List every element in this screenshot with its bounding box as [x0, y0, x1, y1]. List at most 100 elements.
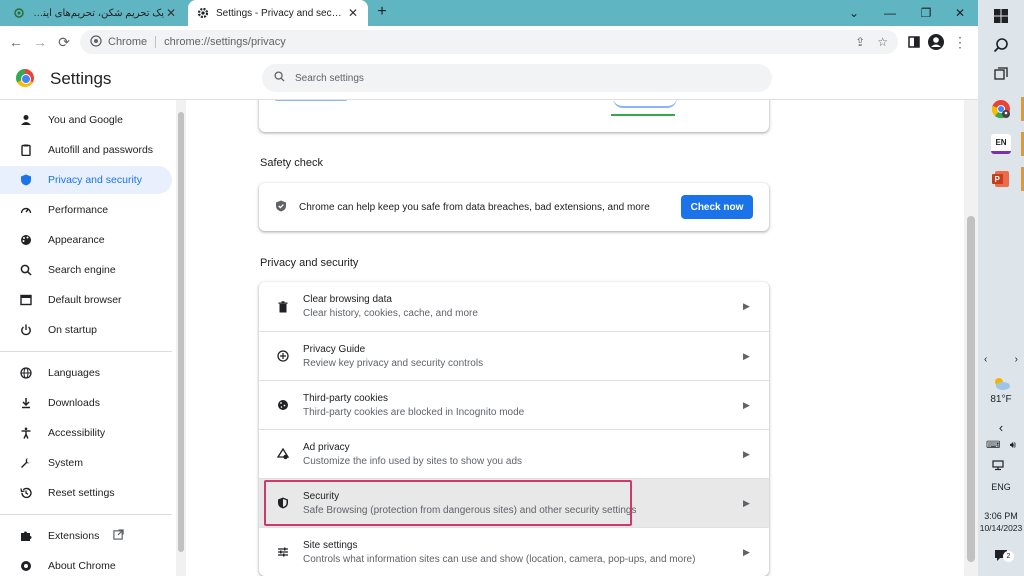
settings-sidebar: You and Google Autofill and passwords Pr… [0, 100, 186, 576]
browser-icon [18, 292, 34, 308]
sidebar-item-downloads[interactable]: Downloads [0, 389, 172, 417]
network-icon[interactable] [986, 456, 1010, 474]
clipboard-icon [18, 142, 34, 158]
sidebar-item-label: You and Google [48, 114, 123, 126]
sidebar-scrollbar[interactable] [176, 100, 186, 576]
profile-avatar-icon[interactable] [926, 32, 946, 52]
sidebar-item-reset-settings[interactable]: Reset settings [0, 479, 172, 507]
sidebar-item-languages[interactable]: Languages [0, 359, 172, 387]
weather-temperature[interactable]: 81°F [978, 394, 1024, 405]
partial-card [259, 100, 769, 132]
minimize-button[interactable]: — [872, 0, 908, 26]
shield-icon [18, 172, 34, 188]
windows-start-icon[interactable] [989, 4, 1013, 28]
sliders-icon [275, 544, 291, 560]
check-now-button[interactable]: Check now [681, 195, 753, 219]
scroll-left-icon[interactable]: ‹ [984, 354, 987, 368]
clock-date[interactable]: 10/14/2023 [978, 523, 1024, 533]
person-icon [18, 112, 34, 128]
search-input[interactable] [295, 72, 735, 84]
sidebar-item-search-engine[interactable]: Search engine [0, 256, 172, 284]
reload-button[interactable]: ⟳ [54, 32, 74, 52]
row-subtitle: Controls what information sites can use … [303, 553, 696, 565]
sidebar-item-autofill[interactable]: Autofill and passwords [0, 136, 172, 164]
weather-icon[interactable] [989, 374, 1013, 392]
sidebar-item-privacy-and-security[interactable]: Privacy and security [0, 166, 172, 194]
palette-icon [18, 232, 34, 248]
url-text[interactable]: chrome://settings/privacy [164, 36, 286, 48]
settings-main: Safety check Chrome can help keep you sa… [186, 100, 964, 576]
shield-icon [275, 495, 291, 511]
ad-privacy-row[interactable]: Ad privacy Customize the info used by si… [259, 429, 769, 478]
third-party-cookies-row[interactable]: Third-party cookies Third-party cookies … [259, 380, 769, 429]
row-title: Site settings [303, 539, 358, 551]
forward-button[interactable]: → [30, 32, 50, 52]
search-icon[interactable] [989, 33, 1013, 57]
chrome-taskbar-icon[interactable] [989, 97, 1013, 121]
trash-icon [275, 299, 291, 315]
tray-icons-row: ⌨ 🔊︎ [986, 440, 1016, 454]
chrome-icon [18, 558, 34, 574]
chevron-right-icon: ▶ [743, 399, 750, 410]
bookmark-star-icon[interactable]: ☆ [877, 35, 888, 49]
sidebar-item-accessibility[interactable]: Accessibility [0, 419, 172, 447]
close-window-button[interactable]: ✕ [942, 0, 978, 26]
search-icon [274, 71, 285, 85]
show-hidden-icons-chevron-icon[interactable]: ‹ [989, 418, 1013, 436]
chevron-right-icon: ▶ [743, 350, 750, 361]
share-icon[interactable]: ⇪ [855, 35, 865, 49]
sidebar-item-label: Privacy and security [48, 174, 142, 186]
scroll-right-icon[interactable]: › [1015, 354, 1018, 368]
row-title: Privacy Guide [303, 343, 366, 355]
sidebar-item-performance[interactable]: Performance [0, 196, 172, 224]
sidebar-item-label: About Chrome [48, 560, 116, 572]
chrome-site-icon [90, 34, 102, 50]
scrollbar-thumb[interactable] [178, 112, 184, 552]
sidebar-item-default-browser[interactable]: Default browser [0, 286, 172, 314]
sidebar-item-on-startup[interactable]: On startup [0, 316, 172, 344]
powerpoint-icon[interactable]: P [989, 167, 1013, 191]
volume-icon[interactable]: 🔊︎ [1010, 440, 1016, 454]
tab-search-chevron-icon[interactable]: ⌄ [836, 0, 872, 26]
windows-taskbar: EN P ‹ › 81°F ‹ ⌨ 🔊︎ ENG 3:06 PM 10/14/2… [978, 0, 1024, 576]
tab-active[interactable]: Settings - Privacy and security ✕ [188, 0, 368, 26]
privacy-guide-row[interactable]: Privacy Guide Review key privacy and sec… [259, 331, 769, 380]
sidebar-item-label: Appearance [48, 234, 105, 246]
new-tab-button[interactable]: + [372, 2, 392, 22]
sidebar-item-about-chrome[interactable]: About Chrome [0, 552, 172, 576]
side-panel-icon[interactable] [904, 32, 924, 52]
tab-inactive[interactable]: یک تحریم شکن، تحریم‌های اینترنتی ✕ [4, 0, 186, 26]
meet-now-icon[interactable]: ⌨ [986, 440, 1000, 454]
sidebar-divider [0, 351, 172, 352]
back-button[interactable]: ← [6, 32, 26, 52]
sidebar-item-extensions[interactable]: Extensions [0, 522, 172, 550]
language-app-icon[interactable]: EN [989, 132, 1013, 156]
input-language[interactable]: ENG [978, 482, 1024, 492]
main-scrollbar[interactable] [964, 100, 978, 576]
wrench-icon [18, 455, 34, 471]
address-bar[interactable]: Chrome chrome://settings/privacy ⇪ ☆ [80, 30, 898, 54]
kebab-menu-icon[interactable]: ⋮ [950, 32, 970, 52]
task-view-icon[interactable] [989, 62, 1013, 86]
sidebar-item-label: Downloads [48, 397, 100, 409]
clear-browsing-data-row[interactable]: Clear browsing data Clear history, cooki… [259, 282, 769, 331]
sidebar-item-system[interactable]: System [0, 449, 172, 477]
page-title: Settings [50, 69, 112, 88]
external-link-icon [113, 529, 125, 543]
tab-close-icon[interactable]: ✕ [346, 6, 360, 20]
sidebar-item-appearance[interactable]: Appearance [0, 226, 172, 254]
illustration-line [611, 114, 675, 116]
notification-center-icon[interactable]: 2 [989, 545, 1014, 565]
security-row[interactable]: Security Safe Browsing (protection from … [259, 478, 769, 527]
site-settings-row[interactable]: Site settings Controls what information … [259, 527, 769, 576]
settings-search[interactable] [262, 64, 772, 92]
clock-time[interactable]: 3:06 PM [978, 511, 1024, 521]
privacy-security-card: Clear browsing data Clear history, cooki… [259, 282, 769, 576]
tab-close-icon[interactable]: ✕ [164, 6, 178, 20]
svg-text:P: P [995, 175, 1001, 184]
scrollbar-thumb[interactable] [967, 216, 975, 562]
card-illustration-bar [275, 100, 347, 101]
sidebar-item-label: Performance [48, 204, 109, 216]
sidebar-item-you-and-google[interactable]: You and Google [0, 106, 172, 134]
restore-button[interactable]: ❐ [908, 0, 944, 26]
